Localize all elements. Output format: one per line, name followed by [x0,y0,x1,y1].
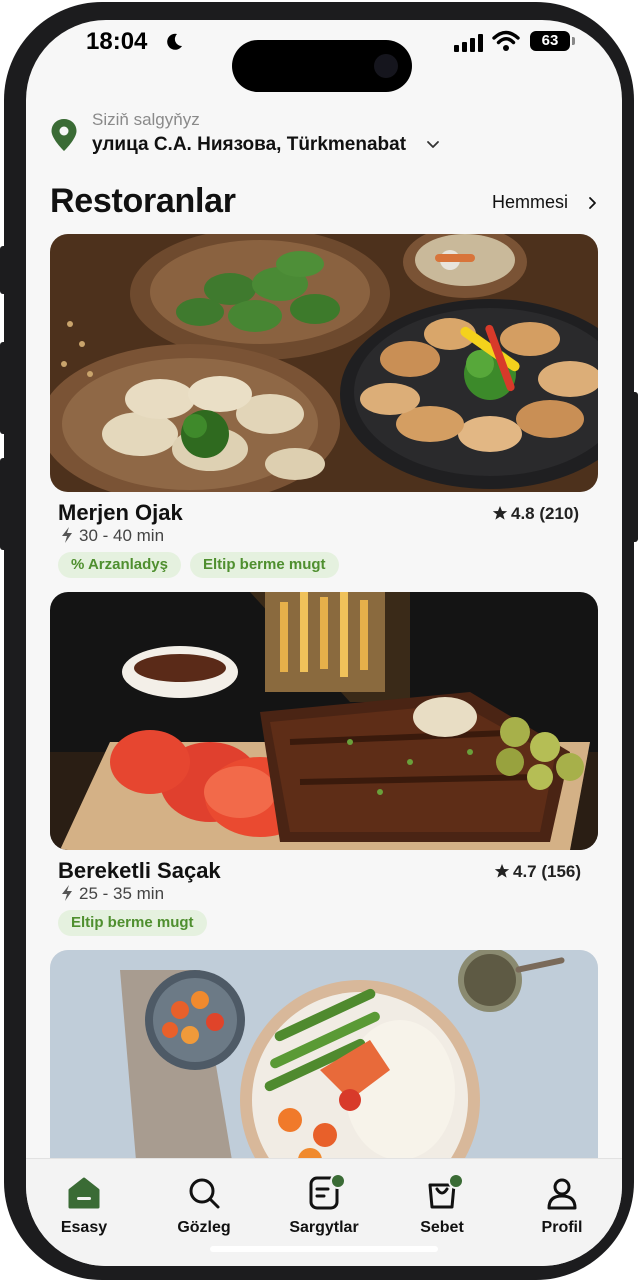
restaurant-name[interactable]: Bereketli Saçak [58,858,221,884]
tab-cart[interactable]: Sebet [397,1173,487,1237]
status-time: 18:04 [86,28,148,55]
restaurant-rating: 4.8 (210) [492,504,579,524]
restaurant-name[interactable]: Merjen Ojak [58,500,183,526]
tab-cart-label: Sebet [420,1219,464,1236]
bolt-icon [62,885,72,901]
rating-value: 4.7 (156) [513,862,582,881]
battery-tip [572,37,575,45]
notification-dot [448,1173,464,1189]
tab-home[interactable]: Esasy [39,1175,129,1237]
chevron-down-icon[interactable] [426,138,440,152]
tab-home-label: Esasy [60,1219,108,1236]
profile-icon [547,1178,577,1210]
phone-side-button [0,246,8,294]
location-label: Siziň salgyňyz [92,110,200,129]
phone-side-button [630,392,638,542]
wifi-icon [492,30,520,51]
location-pin-icon[interactable] [50,118,78,152]
section-title: Restoranlar [50,182,236,220]
delivery-time: 25 - 35 min [60,884,164,904]
tab-search[interactable]: Gözleg [159,1175,249,1237]
star-icon [494,864,510,878]
tab-search-label: Gözleg [177,1219,231,1236]
notification-dot [330,1173,346,1189]
free-delivery-tag: Eltip berme mugt [58,910,207,936]
discount-tag: % Arzanladyş [58,552,181,578]
tab-profile-label: Profil [541,1219,583,1236]
rating-value: 4.8 (210) [511,504,580,523]
home-icon [68,1177,100,1209]
see-all-link[interactable]: Hemmesi [492,192,568,213]
moon-icon [167,33,182,50]
bolt-icon [62,527,72,543]
restaurant-image[interactable] [50,234,598,492]
camera-icon [374,54,398,78]
tab-profile[interactable]: Profil [517,1175,607,1237]
cellular-signal-icon [454,34,483,52]
delivery-time-value: 30 - 40 min [79,526,165,545]
battery-indicator: 63 [530,31,570,51]
restaurant-image[interactable] [50,592,598,850]
status-bar: 18:04 63 [26,20,622,92]
phone-side-button [0,342,8,434]
tab-orders[interactable]: Sargytlar [279,1173,369,1237]
star-icon [492,506,508,520]
phone-frame: 18:04 63 Siziň salgyňyz улица С.А. Ниязо… [0,2,638,1280]
search-icon [189,1178,220,1209]
location-address[interactable]: улица С.А. Ниязова, Türkmenabat [92,134,406,156]
tab-orders-label: Sargytlar [289,1219,359,1236]
free-delivery-tag: Eltip berme mugt [190,552,339,578]
dynamic-island [232,40,412,92]
delivery-time: 30 - 40 min [60,526,164,546]
screen: 18:04 63 Siziň salgyňyz улица С.А. Ниязо… [26,20,622,1266]
home-indicator [210,1246,438,1252]
restaurant-rating: 4.7 (156) [494,862,581,882]
chevron-right-icon[interactable] [586,196,600,210]
phone-side-button [0,458,8,550]
delivery-time-value: 25 - 35 min [79,884,165,903]
